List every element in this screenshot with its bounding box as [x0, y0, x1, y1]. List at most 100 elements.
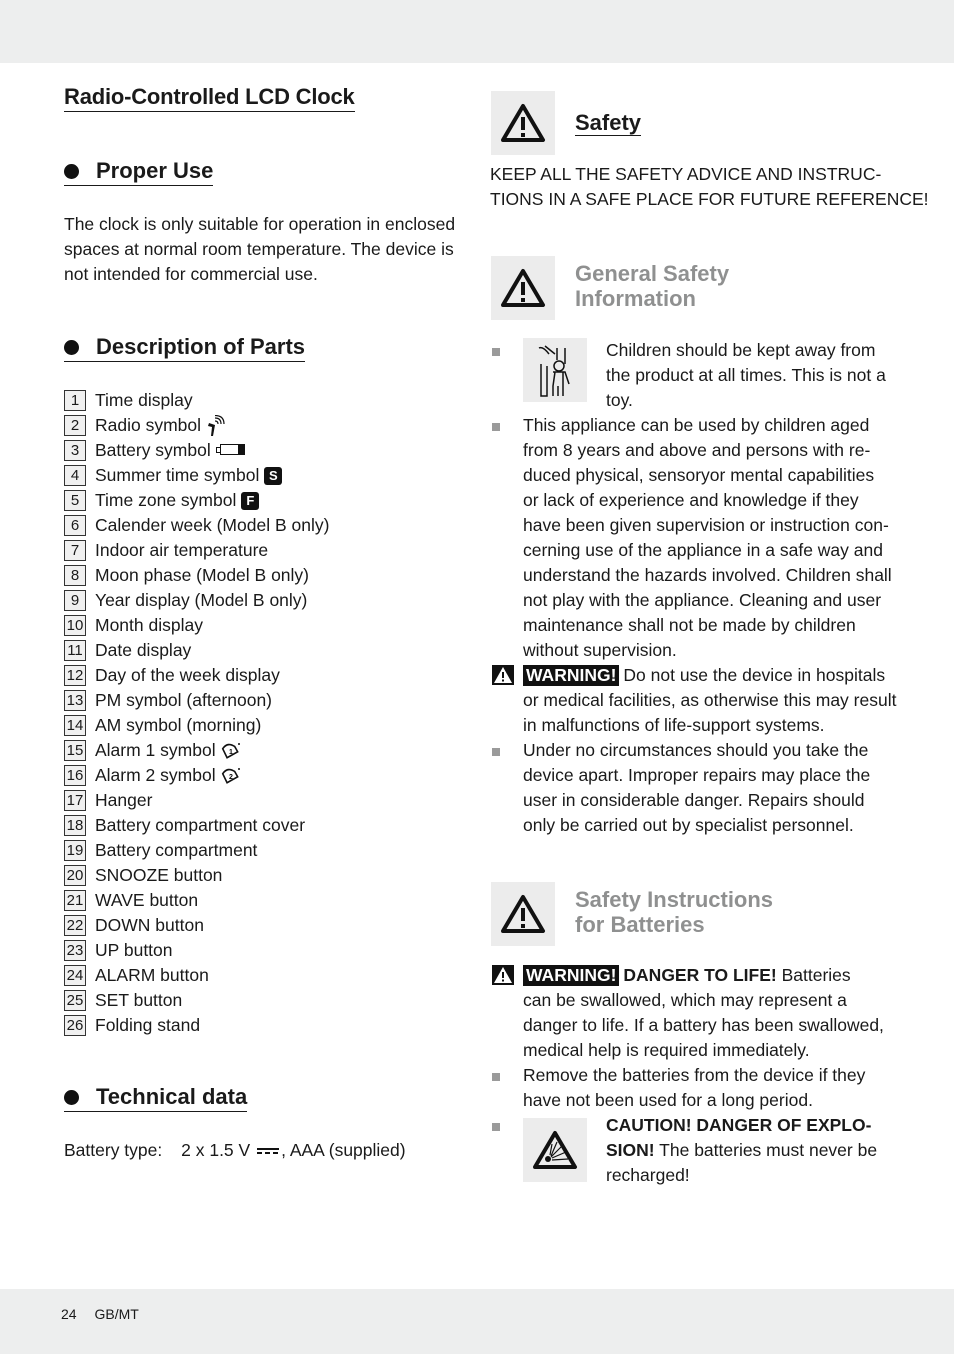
- part-item: 4 Summer time symbol S: [64, 463, 329, 488]
- remove-batteries-text: Remove the batteries from the device if …: [523, 1063, 865, 1113]
- part-number: 6: [64, 515, 86, 536]
- part-number: 25: [64, 990, 86, 1011]
- text-line: duced physical, sensoryor mental capabil…: [523, 465, 875, 485]
- part-number: 16: [64, 765, 86, 786]
- text-line: without supervision.: [523, 640, 677, 660]
- part-item: 13 PM symbol (afternoon): [64, 688, 329, 713]
- text-line: maintenance shall not be made by childre…: [523, 615, 856, 635]
- heading-line: Information: [575, 286, 696, 311]
- part-label: Indoor air temperature: [95, 540, 269, 560]
- part-item: 7 Indoor air temperature: [64, 538, 329, 563]
- part-item: 16 Alarm 2 symbol 2: [64, 763, 329, 788]
- warning-triangle-icon: [501, 895, 545, 933]
- text-line: user in considerable danger. Repairs sho…: [523, 790, 865, 810]
- general-safety-warning-box: [491, 256, 555, 320]
- part-label: AM symbol (morning): [95, 715, 262, 735]
- bullet-square-icon: [492, 748, 500, 756]
- part-label: Alarm 1 symbol: [95, 740, 216, 760]
- text-line: or medical facilities, as otherwise this…: [523, 690, 897, 710]
- bullet-square-icon: [492, 348, 500, 356]
- part-number: 18: [64, 815, 86, 836]
- page-footer: 24 GB/MT: [61, 1306, 153, 1322]
- text-line: have not been used for a long period.: [523, 1090, 813, 1110]
- part-number: 2: [64, 415, 86, 436]
- warning-label: WARNING!: [523, 665, 620, 686]
- part-item: 9 Year display (Model B only): [64, 588, 329, 613]
- part-number: 7: [64, 540, 86, 561]
- battery-type-spec: Battery type: 2 x 1.5 V , AAA (supplied): [64, 1138, 406, 1163]
- text-line: medical help is required immediately.: [523, 1040, 810, 1060]
- battery-voltage: 2 x 1.5 V: [181, 1140, 251, 1160]
- warning-triangle-icon: [501, 269, 545, 307]
- part-item: 20 SNOOZE button: [64, 863, 329, 888]
- bullet-square-icon: [492, 423, 500, 431]
- technical-data-heading: Technical data: [64, 1084, 248, 1112]
- part-label: Folding stand: [95, 1015, 201, 1035]
- alarm-bell-2-icon: 2: [221, 767, 241, 785]
- part-number: 13: [64, 690, 86, 711]
- proper-use-text: The clock is only suitable for operation…: [64, 212, 455, 287]
- part-number: 19: [64, 840, 86, 861]
- part-label: Battery compartment: [95, 840, 258, 860]
- part-item: 19 Battery compartment: [64, 838, 329, 863]
- warning-triangle-icon: [501, 104, 545, 142]
- part-label: Battery compartment cover: [95, 815, 306, 835]
- part-number: 20: [64, 865, 86, 886]
- part-number: 1: [64, 390, 86, 411]
- text-line: have been given supervision or instructi…: [523, 515, 889, 535]
- proper-use-heading: Proper Use: [64, 158, 214, 186]
- header-band: [0, 0, 954, 63]
- part-number: 10: [64, 615, 86, 636]
- document-title: Radio-Controlled LCD Clock: [64, 84, 355, 112]
- time-zone-icon: F: [241, 491, 260, 510]
- heading-line: for Batteries: [575, 912, 705, 937]
- text-line: Do not use the device in hospitals: [623, 665, 886, 685]
- battery-type-value: , AAA (supplied): [281, 1140, 406, 1160]
- part-label: UP button: [95, 940, 173, 960]
- text-line: understand the hazards involved. Childre…: [523, 565, 892, 585]
- part-label: WAVE button: [95, 890, 199, 910]
- safety-warning-box: [491, 91, 555, 155]
- explosion-warning-box: [523, 1118, 587, 1182]
- part-number: 14: [64, 715, 86, 736]
- part-item: 10 Month display: [64, 613, 329, 638]
- part-item: 1 Time display: [64, 388, 329, 413]
- part-number: 21: [64, 890, 86, 911]
- hospital-warning-text: WARNING! Do not use the device in hospita…: [523, 663, 896, 738]
- text-line: Batteries: [781, 965, 851, 985]
- text-line: This appliance can be used by children a…: [523, 415, 870, 435]
- part-number: 4: [64, 465, 86, 486]
- part-number: 22: [64, 915, 86, 936]
- heading-text: Proper Use: [96, 158, 214, 183]
- part-label: Time zone symbol: [95, 490, 237, 510]
- part-number: 5: [64, 490, 86, 511]
- text-line: not intended for commercial use.: [64, 264, 318, 284]
- part-item: 6 Calender week (Model B only): [64, 513, 329, 538]
- part-label: Alarm 2 symbol: [95, 765, 216, 785]
- part-number: 3: [64, 440, 86, 461]
- caution-label: CAUTION! DANGER OF EXPLO-: [606, 1115, 872, 1135]
- part-item: 14 AM symbol (morning): [64, 713, 329, 738]
- part-item: 23 UP button: [64, 938, 329, 963]
- text-line: only be carried out by specialist person…: [523, 815, 854, 835]
- text-line: from 8 years and above and persons with …: [523, 440, 871, 460]
- part-item: 17 Hanger: [64, 788, 329, 813]
- svg-text:2: 2: [229, 774, 233, 781]
- part-item: 5 Time zone symbol F: [64, 488, 329, 513]
- text-line: recharged!: [606, 1165, 690, 1185]
- text-line: can be swallowed, which may represent a: [523, 990, 847, 1010]
- part-label: Time display: [95, 390, 193, 410]
- part-item: 3 Battery symbol: [64, 438, 329, 463]
- part-label: Moon phase (Model B only): [95, 565, 309, 585]
- bullet-square-icon: [492, 1123, 500, 1131]
- part-number: 15: [64, 740, 86, 761]
- text-line: in malfunctions of life-support systems.: [523, 715, 825, 735]
- child-safety-box: [523, 338, 587, 402]
- part-item: 8 Moon phase (Model B only): [64, 563, 329, 588]
- page-number: 24: [61, 1306, 77, 1322]
- part-number: 9: [64, 590, 86, 611]
- explosion-hazard-icon: [533, 1131, 577, 1169]
- part-label: Month display: [95, 615, 203, 635]
- danger-label: DANGER TO LIFE!: [623, 965, 777, 985]
- battery-safety-warning-box: [491, 882, 555, 946]
